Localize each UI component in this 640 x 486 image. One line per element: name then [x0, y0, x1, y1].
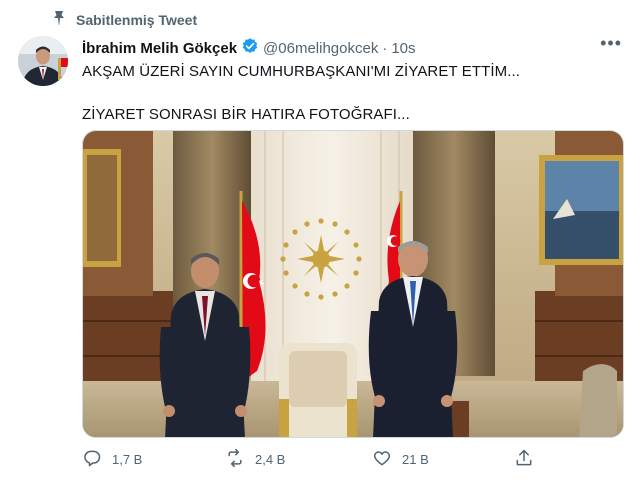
- tweet-text-line-1: AKŞAM ÜZERİ SAYIN CUMHURBAŞKANI'MI ZİYAR…: [82, 63, 521, 80]
- more-options-icon[interactable]: •••: [600, 34, 622, 52]
- share-button[interactable]: [514, 448, 534, 471]
- author-name[interactable]: İbrahim Melih Gökçek: [82, 40, 237, 57]
- pinned-indicator: Sabitlenmiş Tweet: [52, 10, 197, 29]
- retweet-icon: [225, 448, 245, 471]
- separator-dot: ·: [382, 39, 388, 57]
- retweet-button[interactable]: 2,4 B: [225, 448, 285, 471]
- tweet-actions: 1,7 B 2,4 B 21 B: [82, 448, 542, 476]
- like-button[interactable]: 21 B: [372, 448, 429, 471]
- tweet-photo[interactable]: [82, 130, 624, 438]
- tweet-header: İbrahim Melih Gökçek @06melihgokcek · 10…: [82, 37, 622, 59]
- tweet-timestamp[interactable]: 10s: [391, 40, 415, 57]
- tweet-text-line-2: ZİYARET SONRASI BİR HATIRA FOTOĞRAFI...: [82, 106, 410, 123]
- verified-badge-icon: [237, 37, 263, 59]
- reply-button[interactable]: 1,7 B: [82, 448, 142, 471]
- pin-icon: [52, 10, 66, 29]
- pinned-label: Sabitlenmiş Tweet: [76, 11, 198, 28]
- avatar[interactable]: [18, 36, 68, 86]
- reply-count: 1,7 B: [112, 452, 143, 467]
- share-icon: [514, 448, 534, 471]
- like-count: 21 B: [402, 452, 429, 467]
- heart-icon: [372, 448, 392, 471]
- reply-icon: [82, 448, 102, 471]
- author-handle[interactable]: @06melihgokcek: [263, 40, 378, 57]
- retweet-count: 2,4 B: [255, 452, 286, 467]
